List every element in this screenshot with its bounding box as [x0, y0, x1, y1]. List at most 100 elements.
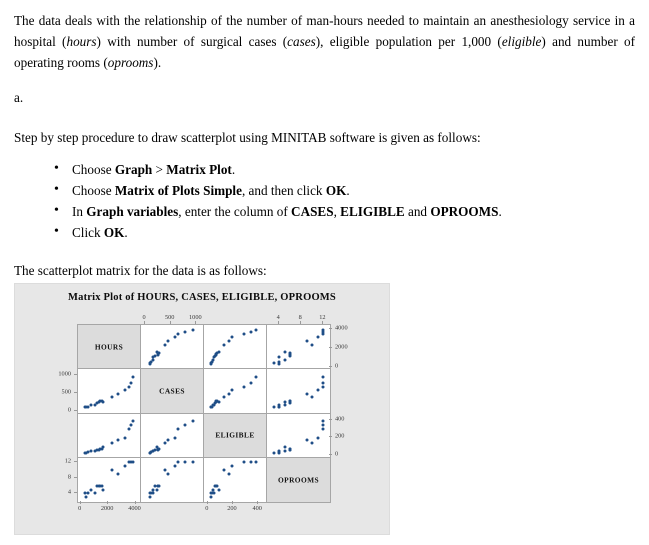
- data-point: [123, 436, 127, 440]
- data-point: [316, 335, 320, 339]
- data-point: [242, 332, 246, 336]
- axis-tick-mark: [329, 436, 332, 438]
- data-point: [110, 468, 114, 472]
- data-point: [316, 388, 320, 392]
- data-point: [272, 405, 276, 409]
- data-point: [272, 361, 276, 365]
- data-point: [230, 388, 234, 392]
- data-point: [288, 447, 292, 451]
- data-point: [254, 460, 258, 464]
- data-point: [283, 400, 287, 404]
- part-label-a: a.: [14, 90, 24, 105]
- data-point: [191, 419, 195, 423]
- axis-tick-mark: [195, 321, 197, 324]
- data-point: [288, 399, 292, 403]
- data-point: [277, 355, 281, 359]
- axis-tick-left-oprooms: 8: [67, 473, 71, 481]
- data-point: [254, 375, 258, 379]
- data-point: [321, 423, 325, 427]
- axis-tick-mark: [74, 461, 77, 463]
- axis-tick-mark: [278, 321, 280, 324]
- data-point: [321, 385, 325, 389]
- axis-tick-top-oprooms: 8: [298, 314, 302, 321]
- list-item: Choose Graph > Matrix Plot.: [54, 159, 635, 180]
- data-point: [163, 468, 167, 472]
- data-point: [110, 441, 114, 445]
- data-point: [191, 460, 195, 464]
- data-point: [217, 350, 221, 354]
- axis-tick-mark: [329, 454, 332, 456]
- data-point: [151, 488, 155, 492]
- data-point: [283, 403, 287, 407]
- axis-tick-right-eligible: 200: [335, 432, 345, 440]
- data-point: [305, 339, 309, 343]
- axis-tick-left-cases: 500: [61, 388, 71, 396]
- data-point: [209, 495, 213, 499]
- matrix-panel-eligible-vs-oprooms: [204, 457, 267, 502]
- axis-tick-top-oprooms: 12: [319, 314, 326, 321]
- data-point: [283, 350, 287, 354]
- data-point: [212, 491, 216, 495]
- axis-tick-top-cases: 500: [164, 314, 175, 321]
- data-point: [89, 488, 93, 492]
- matrix-diagonal-cell-oprooms: OPROOMS: [267, 457, 330, 502]
- data-point: [230, 335, 234, 339]
- data-point: [148, 495, 152, 499]
- matrix-diagonal-cell-eligible: ELIGIBLE: [204, 413, 267, 458]
- matrix-diagonal-cell-cases: CASES: [141, 369, 204, 414]
- data-point: [166, 339, 170, 343]
- axis-tick-mark: [300, 321, 302, 324]
- axis-tick-mark: [206, 501, 208, 504]
- axis-tick-top-cases: 1000: [189, 314, 202, 321]
- axis-tick-top-cases: 0: [142, 314, 146, 321]
- data-point: [166, 438, 170, 442]
- diagonal-variable-label: HOURS: [94, 342, 124, 352]
- data-point: [100, 484, 104, 488]
- data-point: [173, 464, 177, 468]
- axis-tick-right-hours: 2000: [335, 343, 348, 351]
- data-point: [310, 395, 314, 399]
- data-point: [157, 484, 161, 488]
- axis-tick-bottom-hours: 2000: [100, 505, 114, 512]
- matrix-panel-hours-vs-cases: [78, 369, 141, 414]
- axis-tick-mark: [74, 492, 77, 494]
- data-point: [123, 388, 127, 392]
- axis-tick-mark: [107, 501, 109, 504]
- data-point: [173, 335, 177, 339]
- data-point: [230, 464, 234, 468]
- axis-tick-mark: [329, 347, 332, 349]
- axis-tick-mark: [329, 366, 332, 368]
- data-point: [310, 343, 314, 347]
- diagonal-variable-label: ELIGIBLE: [215, 430, 255, 440]
- data-point: [176, 332, 180, 336]
- axis-tick-bottom-hours: 4000: [128, 505, 141, 512]
- axis-tick-mark: [74, 409, 77, 411]
- intro-paragraph: The data deals with the relationship of …: [14, 13, 636, 70]
- axis-tick-mark: [74, 373, 77, 375]
- list-item: Click OK.: [54, 222, 635, 243]
- data-point: [222, 395, 226, 399]
- data-point: [131, 419, 135, 423]
- data-point: [101, 488, 105, 492]
- data-point: [321, 375, 325, 379]
- data-point: [305, 392, 309, 396]
- diagonal-variable-label: CASES: [159, 386, 185, 396]
- diagonal-variable-label: OPROOMS: [278, 475, 319, 485]
- axis-tick-mark: [322, 321, 324, 324]
- matrix-panel-eligible-vs-hours: [204, 325, 267, 370]
- axis-tick-bottom-eligible: 0: [205, 505, 209, 512]
- data-point: [123, 464, 127, 468]
- axis-tick-right-hours: 0: [335, 362, 339, 370]
- data-point: [283, 445, 287, 449]
- axis-tick-right-hours: 4000: [335, 324, 348, 332]
- data-point: [163, 441, 167, 445]
- data-point: [155, 488, 159, 492]
- data-point: [305, 438, 309, 442]
- data-point: [211, 488, 215, 492]
- axis-tick-left-oprooms: 12: [64, 457, 71, 465]
- axis-tick-mark: [169, 321, 171, 324]
- data-point: [183, 423, 187, 427]
- data-point: [217, 400, 221, 404]
- axis-tick-mark: [74, 391, 77, 393]
- data-point: [249, 381, 253, 385]
